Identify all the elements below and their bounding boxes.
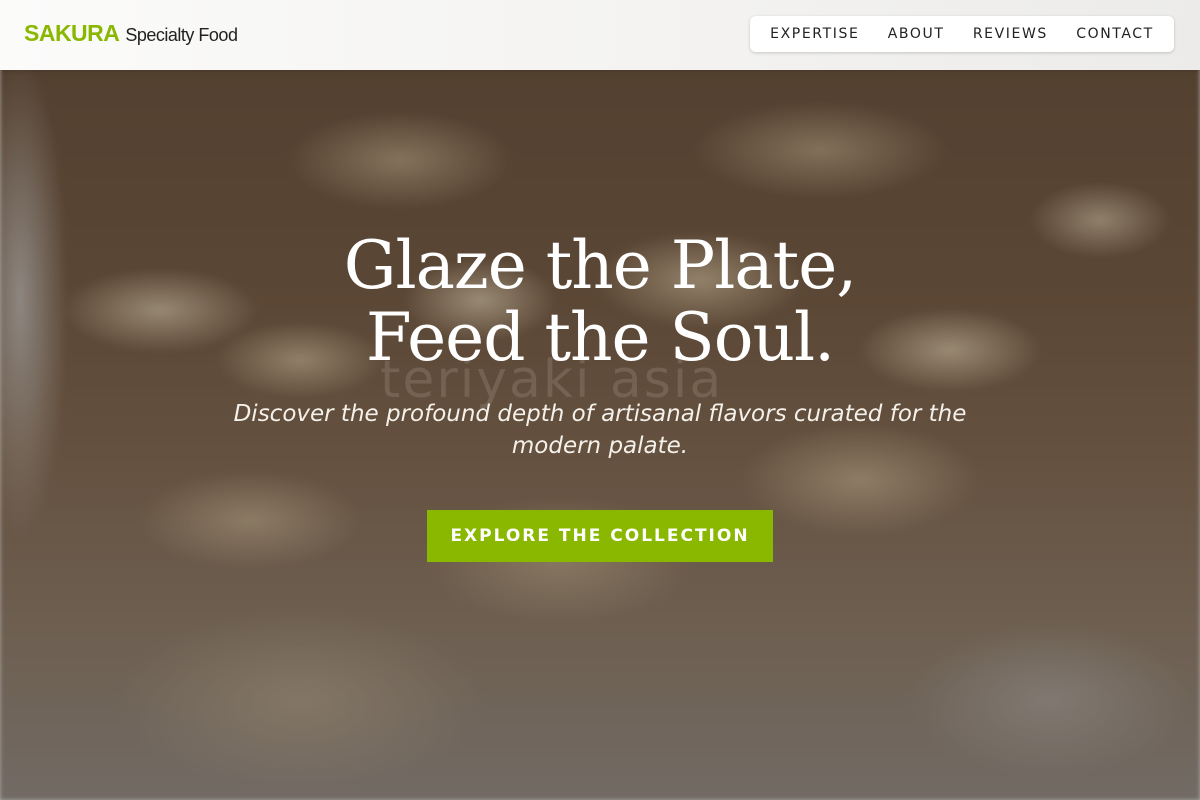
hero-headline-line2: Feed the Soul. [365, 299, 835, 376]
hero-content: Glaze the Plate, Feed the Soul. Discover… [0, 230, 1200, 462]
brand-name: SAKURA [24, 20, 120, 46]
hero-tagline: Discover the profound depth of artisanal… [233, 401, 967, 459]
nav-link-reviews[interactable]: REVIEWS [973, 26, 1048, 42]
page: teriyaki asia SAKURA Specialty Food EXPE… [0, 0, 1200, 800]
nav-link-about[interactable]: ABOUT [888, 26, 945, 42]
brand-logo[interactable]: SAKURA Specialty Food [24, 20, 238, 47]
hero-headline-line1: Glaze the Plate, [343, 227, 857, 304]
main-nav: EXPERTISE ABOUT REVIEWS CONTACT [750, 16, 1174, 52]
site-header: SAKURA Specialty Food EXPERTISE ABOUT RE… [0, 0, 1200, 70]
nav-link-contact[interactable]: CONTACT [1076, 26, 1154, 42]
nav-link-expertise[interactable]: EXPERTISE [770, 26, 859, 42]
hero-headline: Glaze the Plate, Feed the Soul. [0, 230, 1200, 374]
brand-subtitle: Specialty Food [125, 25, 238, 45]
explore-collection-button[interactable]: EXPLORE THE COLLECTION [427, 510, 773, 562]
